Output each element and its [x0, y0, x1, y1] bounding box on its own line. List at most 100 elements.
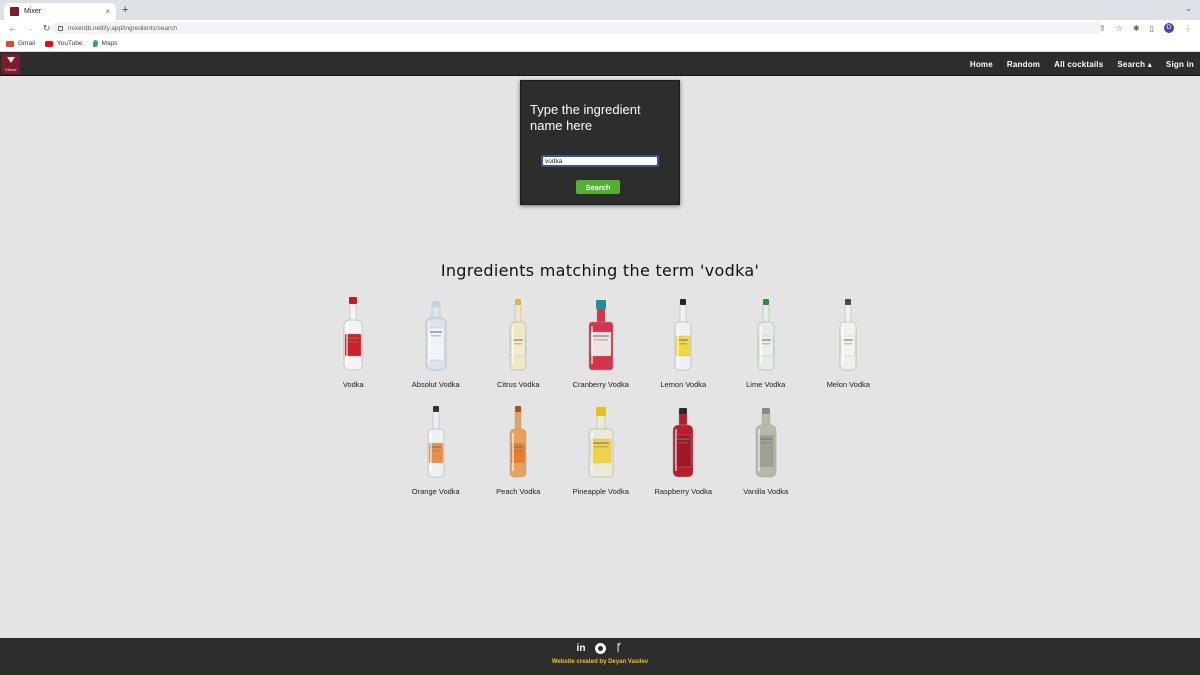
nav-home[interactable]: Home	[970, 60, 993, 69]
ingredient-card[interactable]: Vodka	[312, 296, 395, 389]
site-navbar: Mixer Home Random All cocktails Search ▴…	[0, 52, 1200, 76]
ingredient-name[interactable]: Raspberry Vodka	[654, 487, 712, 496]
nav-sign-in[interactable]: Sign in	[1166, 60, 1194, 69]
mixer-favicon-icon	[10, 7, 19, 16]
ingredient-name[interactable]: Vodka	[343, 380, 364, 389]
bottle-cap	[515, 406, 522, 412]
bottle-icon	[757, 299, 774, 371]
bottle-cap	[761, 408, 770, 414]
ingredient-name[interactable]: Lemon Vodka	[660, 380, 706, 389]
ingredient-card[interactable]: Orange Vodka	[395, 403, 478, 496]
bottle-icon	[510, 299, 527, 371]
forward-icon[interactable]: →	[25, 23, 34, 33]
bottle-highlight	[675, 429, 678, 471]
ingredient-name[interactable]: Peach Vodka	[496, 487, 540, 496]
bottle-image[interactable]	[746, 403, 786, 479]
mixer-logo[interactable]: Mixer	[2, 54, 20, 74]
nav-random[interactable]: Random	[1007, 60, 1040, 69]
extensions-icon[interactable]: ✱	[1133, 24, 1140, 33]
address-bar[interactable]: mixerdb.netlify.app/ingredients/search	[52, 22, 1102, 34]
bookmark-youtube[interactable]: YouTube	[44, 40, 83, 47]
bottle-image[interactable]	[416, 296, 456, 372]
lock-icon	[58, 25, 63, 31]
bottle-cap	[432, 406, 439, 412]
ingredient-card[interactable]: Pineapple Vodka	[560, 403, 643, 496]
ingredient-search-card: Type the ingredient name here Search	[520, 80, 680, 205]
bookmark-maps[interactable]: Maps	[92, 40, 118, 47]
bottle-highlight	[757, 429, 760, 471]
ingredient-card[interactable]: Cranberry Vodka	[560, 296, 643, 389]
bottle-label-line	[760, 442, 771, 444]
bottle-image[interactable]	[581, 403, 621, 479]
bottle-neck	[596, 307, 605, 324]
bottle-icon	[425, 301, 446, 371]
new-tab-icon[interactable]: +	[122, 4, 128, 16]
search-button[interactable]: Search	[576, 180, 620, 194]
reload-icon[interactable]: ↻	[42, 23, 51, 34]
avatar[interactable]: D	[1164, 23, 1174, 33]
bottle-label-line	[347, 337, 360, 339]
bottle-image[interactable]	[498, 403, 538, 479]
bottle-neck	[680, 303, 687, 324]
search-prompt: Type the ingredient name here	[530, 102, 641, 133]
bookmark-label: Maps	[101, 40, 118, 47]
ingredient-card[interactable]: Vanilla Vodka	[725, 403, 808, 496]
ingredient-card[interactable]: Lemon Vodka	[642, 296, 725, 389]
share-icon[interactable]: ⇪	[1099, 24, 1106, 33]
ingredient-card[interactable]: Lime Vodka	[725, 296, 808, 389]
footer-credit: Website created by Deyan Vasilev	[551, 659, 649, 665]
star-icon[interactable]: ☆	[1116, 24, 1123, 33]
bottle-image[interactable]	[746, 296, 786, 372]
ingredient-search-input[interactable]	[541, 155, 659, 167]
kebab-menu-icon[interactable]: ⋮	[1184, 24, 1192, 33]
ingredient-name[interactable]: Lime Vodka	[746, 380, 785, 389]
github-icon[interactable]	[594, 643, 606, 654]
browser-tab[interactable]: Mixer ×	[4, 3, 116, 20]
bottle-image[interactable]	[416, 403, 456, 479]
fork-icon[interactable]: ᚴ	[614, 643, 625, 654]
ingredient-name[interactable]: Cranberry Vodka	[573, 380, 629, 389]
back-icon[interactable]: ←	[8, 23, 17, 33]
bottle-cap	[595, 407, 606, 416]
bottle-image[interactable]	[663, 296, 703, 372]
bottle-icon	[588, 407, 613, 478]
ingredient-name[interactable]: Melon Vodka	[827, 380, 870, 389]
chevron-down-icon[interactable]: ⌄	[1185, 4, 1192, 13]
ingredient-name[interactable]: Pineapple Vodka	[573, 487, 629, 496]
ingredient-card[interactable]: Peach Vodka	[477, 403, 560, 496]
bookmark-gmail[interactable]: Gmail	[6, 40, 35, 47]
ingredient-card[interactable]: Raspberry Vodka	[642, 403, 725, 496]
bottle-image[interactable]	[663, 403, 703, 479]
bottle-neck	[350, 301, 357, 322]
bottle-image[interactable]	[333, 296, 373, 372]
ingredient-card[interactable]: Citrus Vodka	[477, 296, 560, 389]
bottle-image[interactable]	[828, 296, 868, 372]
url-text: mixerdb.netlify.app/ingredients/search	[68, 24, 177, 32]
close-icon[interactable]: ×	[105, 7, 110, 16]
gmail-icon	[6, 40, 14, 47]
bottle-highlight	[512, 326, 515, 364]
bottle-icon	[588, 300, 613, 371]
ingredient-name[interactable]: Citrus Vodka	[497, 380, 540, 389]
ingredient-name[interactable]: Orange Vodka	[412, 487, 460, 496]
browser-toolbar: ← → ↻ mixerdb.netlify.app/ingredients/se…	[0, 20, 1200, 36]
ingredient-card[interactable]: Melon Vodka	[807, 296, 890, 389]
bottle-image[interactable]	[498, 296, 538, 372]
bottle-highlight	[759, 326, 762, 364]
side-panel-icon[interactable]: ▯	[1150, 24, 1154, 33]
browser-tabstrip: Mixer × + ⌄	[0, 0, 1200, 20]
ingredient-results-grid: Vodka Absolut Vodka Citrus Vodka Cranberry …	[312, 296, 892, 496]
ingredient-name[interactable]: Vanilla Vodka	[743, 487, 788, 496]
nav-search-dropdown[interactable]: Search ▴	[1117, 60, 1152, 69]
bottle-label-line	[514, 343, 523, 345]
bottle-label-line	[761, 343, 770, 345]
linkedin-icon[interactable]: in	[576, 643, 587, 654]
ingredient-card[interactable]: Absolut Vodka	[395, 296, 478, 389]
ingredient-name[interactable]: Absolut Vodka	[412, 380, 460, 389]
bottle-image[interactable]	[581, 296, 621, 372]
bottle-neck	[596, 414, 605, 431]
bottle-neck	[761, 412, 770, 427]
bookmark-label: YouTube	[56, 40, 83, 47]
bottle-label-line	[759, 438, 772, 440]
nav-all-cocktails[interactable]: All cocktails	[1054, 60, 1103, 69]
